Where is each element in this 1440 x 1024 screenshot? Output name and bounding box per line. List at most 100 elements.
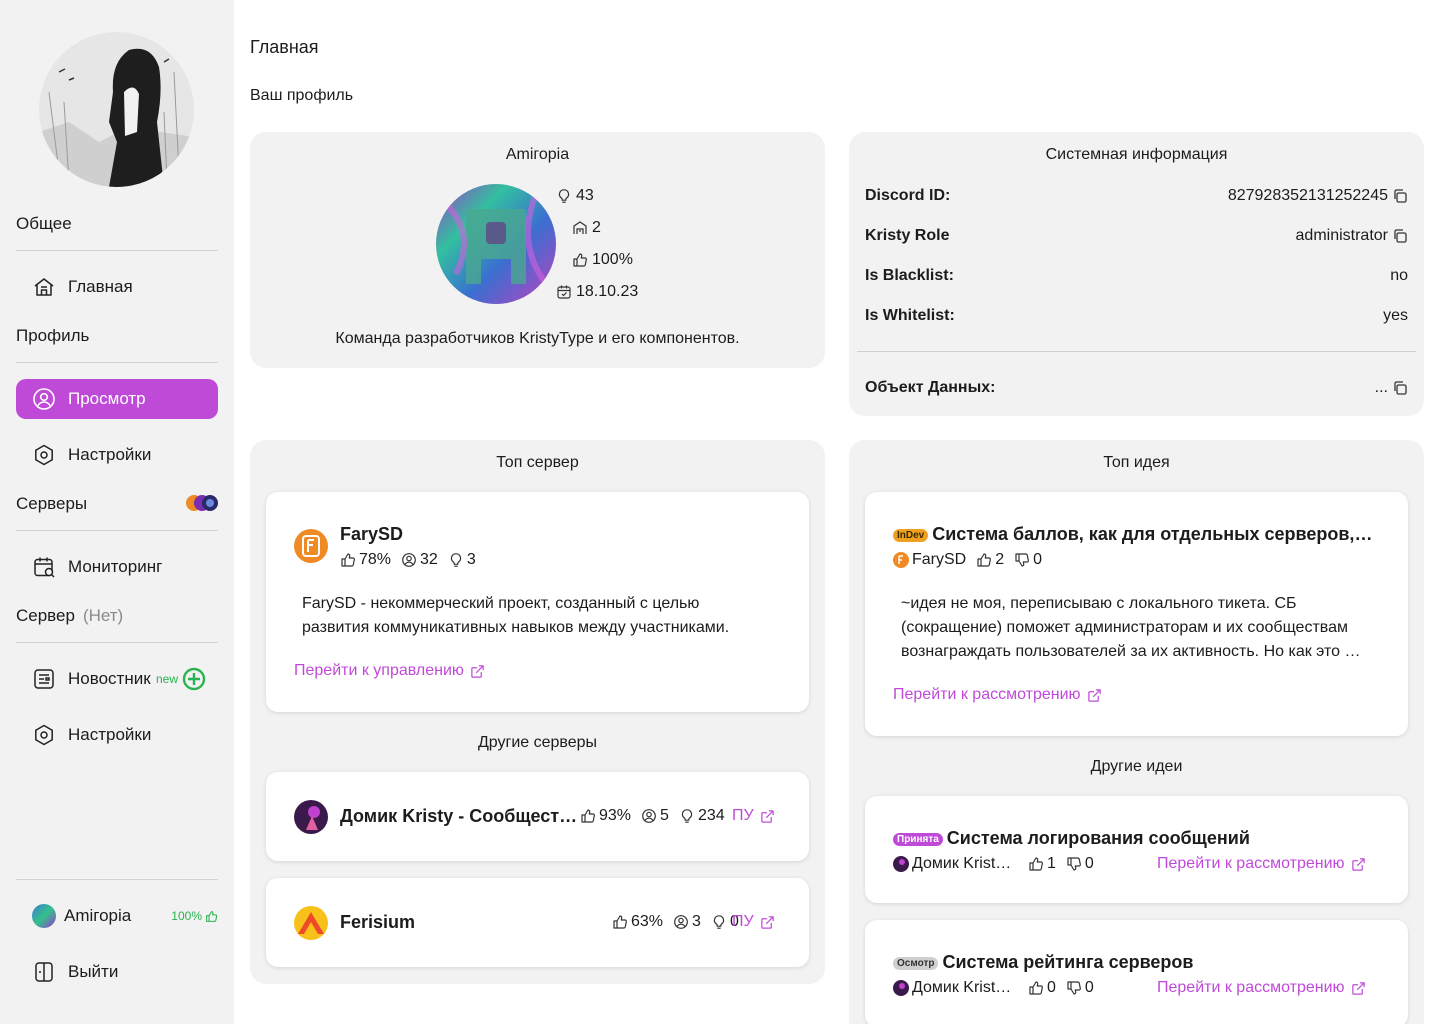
- idea-server-name: FarySD: [912, 551, 967, 568]
- review-idea-link[interactable]: Перейти к рассмотрению: [1157, 979, 1366, 997]
- upvotes-value: 0: [1047, 979, 1056, 996]
- server-avatars-icon[interactable]: [185, 494, 221, 512]
- logout-button[interactable]: Выйти: [16, 952, 218, 992]
- upvotes-value: 1: [1047, 855, 1056, 872]
- dislike-icon: [1066, 980, 1082, 996]
- system-key: Is Whitelist:: [865, 307, 955, 324]
- top-idea-item: InDev Система баллов, как для отдельных с…: [865, 492, 1408, 736]
- idea-meta: Домик Kristy - Сообщество 0 0: [893, 979, 1094, 997]
- profile-ideas: 43: [556, 187, 594, 205]
- review-idea-link[interactable]: Перейти к рассмотрению: [1157, 855, 1366, 873]
- lightbulb-icon: [711, 914, 727, 930]
- copy-icon[interactable]: [1392, 228, 1408, 244]
- divider: [857, 351, 1416, 352]
- system-value: 827928352131252245: [1227, 187, 1388, 204]
- review-idea-link[interactable]: Перейти к рассмотрению: [893, 686, 1102, 704]
- building-icon: [573, 221, 587, 234]
- profile-card: Amiгоpia 43 2 100% 18.10.23 Команда разр: [250, 132, 825, 368]
- server-logo-icon: [893, 980, 909, 996]
- server-none-label: (Нет): [82, 606, 124, 625]
- desc-line: вознаграждать пользователей за их активн…: [901, 643, 1366, 660]
- nav-view[interactable]: Просмотр: [16, 379, 218, 419]
- divider: [16, 250, 218, 251]
- nav-monitoring[interactable]: Мониторинг: [16, 547, 218, 587]
- likes-value: 78%: [359, 551, 392, 568]
- calendar-search-icon: [34, 557, 55, 578]
- server-stats: 63% 3 0: [612, 913, 739, 931]
- like-icon: [1028, 856, 1044, 872]
- panel-link-label: ПУ: [732, 807, 754, 824]
- desc-line: ~идея не моя, переписываю с локального т…: [901, 595, 1297, 612]
- nav-news-label: Новостник: [68, 669, 151, 688]
- server-name: Домик Kristy - Сообщество Kristy: [340, 806, 578, 826]
- profile-servers: 2: [572, 219, 601, 237]
- system-key: Kristy Role: [865, 227, 950, 244]
- calendar-icon: [556, 284, 572, 300]
- profile-avatar[interactable]: [39, 32, 194, 187]
- system-value: no: [1390, 267, 1408, 284]
- idea-server-name: Домик Kristy - Сообщество: [912, 979, 1018, 996]
- review-link-label: Перейти к рассмотрению: [1157, 855, 1345, 872]
- top-idea-title: Топ идея: [1103, 454, 1170, 471]
- top-server-name: FarySD: [340, 524, 404, 544]
- user-circle-icon: [33, 388, 55, 410]
- page-title: Главная: [250, 37, 319, 57]
- profile-date-value: 18.10.23: [576, 283, 639, 300]
- like-icon: [206, 910, 218, 922]
- profile-card-avatar: [436, 184, 556, 304]
- profile-ideas-value: 43: [576, 187, 594, 204]
- system-value: yes: [1383, 307, 1408, 324]
- user-icon: [641, 808, 657, 824]
- like-icon: [1028, 980, 1044, 996]
- user-rating-value: 100%: [171, 909, 202, 923]
- divider: [16, 642, 218, 643]
- top-idea-description: ~идея не моя, переписываю с локального т…: [901, 592, 1381, 664]
- server-list-item[interactable]: Домик Kristy - Сообщество Kristy 93% 5 2…: [266, 772, 809, 861]
- members-value: 5: [660, 807, 669, 824]
- system-key: Discord ID:: [865, 187, 951, 204]
- manage-server-link[interactable]: Перейти к управлению: [294, 662, 485, 680]
- system-row-discord-id: Discord ID: 827928352131252245: [865, 184, 1408, 208]
- server-panel-link[interactable]: ПУ: [732, 913, 775, 931]
- user-rating: 100%: [171, 909, 218, 923]
- server-logo-icon: [893, 552, 909, 568]
- server-stats: 93% 5 234: [580, 807, 725, 825]
- nav-news[interactable]: Новостник new: [16, 659, 218, 699]
- top-idea-name: InDev Система баллов, как для отдельных с…: [893, 524, 1373, 545]
- logout-icon: [35, 962, 53, 982]
- server-logo-icon: [893, 856, 909, 872]
- lightbulb-icon: [556, 188, 572, 204]
- dislike-icon: [1014, 552, 1030, 568]
- house-icon: [32, 275, 56, 299]
- copy-icon[interactable]: [1392, 380, 1408, 396]
- idea-name-text: Система рейтинга серверов: [942, 952, 1194, 972]
- logout-label: Выйти: [68, 962, 119, 981]
- idea-list-item[interactable]: Принята Система логирования сообщений Дом…: [865, 796, 1408, 903]
- nav-profile-settings[interactable]: Настройки: [16, 435, 218, 475]
- system-value: ...: [1374, 379, 1388, 396]
- server-panel-link[interactable]: ПУ: [732, 807, 775, 825]
- external-link-icon: [1351, 981, 1366, 996]
- downvotes-value: 0: [1033, 551, 1043, 568]
- profile-description: Команда разработчиков KristyType и его к…: [335, 330, 740, 347]
- system-info-card: Системная информация Discord ID: 8279283…: [849, 132, 1424, 416]
- servers-card: Топ сервер FarySD 78% 32 3 FarySD - неко…: [250, 440, 825, 984]
- desc-line: FarySD - некоммерческий проект, созданны…: [302, 595, 700, 612]
- nav-home[interactable]: Главная: [16, 267, 218, 307]
- gear-icon: [35, 444, 53, 466]
- idea-list-item[interactable]: Осмотр Система рейтинга серверов Домик Kr…: [865, 920, 1408, 1024]
- review-link-label: Перейти к рассмотрению: [893, 686, 1081, 703]
- other-ideas-title: Другие идеи: [1090, 758, 1183, 775]
- members-value: 32: [420, 551, 438, 568]
- server-name: Ferisium: [340, 912, 416, 932]
- server-list-item[interactable]: Ferisium 63% 3 0 ПУ: [266, 878, 809, 967]
- external-link-icon: [1351, 857, 1366, 872]
- current-user[interactable]: Amiгоpia 100%: [32, 904, 218, 928]
- nav-server-settings[interactable]: Настройки: [16, 715, 218, 755]
- manage-link-label: Перейти к управлению: [294, 662, 464, 679]
- system-info-title: Системная информация: [1045, 146, 1228, 163]
- system-row-role: Kristy Role administrator: [865, 224, 1408, 248]
- profile-name: Amiгоpia: [505, 146, 570, 163]
- server-logo-icon: [294, 529, 328, 563]
- copy-icon[interactable]: [1392, 188, 1408, 204]
